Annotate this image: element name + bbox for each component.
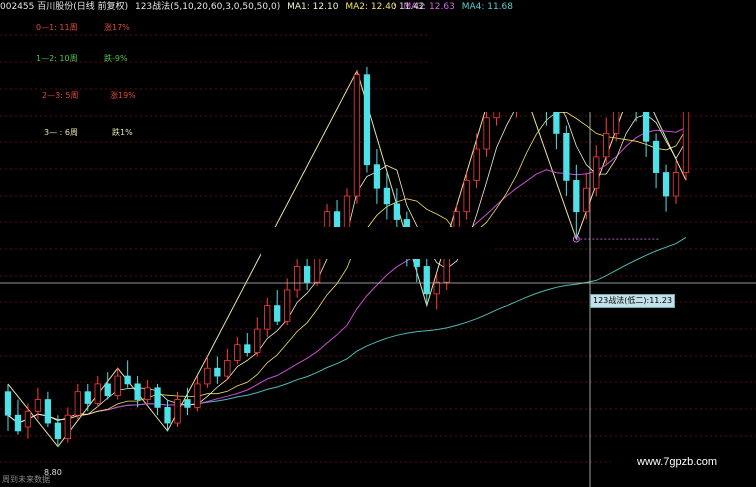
candle-down <box>214 367 221 377</box>
candle-down <box>393 203 400 220</box>
masked-region-middle <box>261 227 494 259</box>
candle-up <box>603 133 610 158</box>
indicator-name: 123战法(5,10,20,60,3,0,50,50,0) <box>134 2 281 12</box>
candle-down <box>274 305 281 322</box>
candle-up <box>144 387 151 400</box>
candle-up <box>254 328 261 353</box>
candle-up <box>234 344 241 361</box>
ma2-line <box>7 111 687 424</box>
candle-up <box>34 399 42 412</box>
candle-up <box>473 148 480 181</box>
legend-stage: 2—3: 5周 <box>42 91 79 100</box>
candle-down <box>164 406 171 424</box>
legend-change: 涨19% <box>110 91 136 100</box>
candle-up <box>593 156 600 189</box>
candle-down <box>134 383 141 400</box>
candle-up <box>174 399 181 424</box>
chart-header: 002455 百川股份(日线 前复权) 123战法(5,10,20,60,3,0… <box>0 0 756 14</box>
chart-root: 002455 百川股份(日线 前复权) 123战法(5,10,20,60,3,0… <box>0 0 756 487</box>
candle-down <box>4 391 12 416</box>
candle-down <box>563 133 570 181</box>
legend-change: 涨17% <box>104 23 130 32</box>
candle-up <box>284 289 291 322</box>
bottom-note: 周到未来数据 <box>2 475 50 484</box>
candle-down <box>84 391 91 404</box>
crosshair-tooltip: 123战法(低二):11.23 <box>590 294 676 308</box>
candle-down <box>104 383 111 397</box>
candle-up <box>114 375 121 397</box>
candle-up <box>24 410 32 428</box>
candle-up <box>94 383 101 404</box>
candle-down <box>154 387 161 408</box>
candle-down <box>14 414 22 432</box>
candle-down <box>553 109 560 134</box>
candle-down <box>244 344 251 353</box>
candle-up <box>64 414 71 440</box>
candle-up <box>74 391 81 416</box>
candle-down <box>652 140 660 173</box>
legend-change: 跌1% <box>112 128 133 137</box>
candle-up <box>463 179 470 213</box>
legend-stage: 3— : 6周 <box>44 128 78 137</box>
ma4-value: MA4: 11.68 <box>461 2 513 12</box>
candle-down <box>363 74 371 166</box>
candle-down <box>662 172 670 197</box>
candle-up <box>583 187 590 213</box>
stock-title: 002455 百川股份(日线 前复权) <box>0 2 129 12</box>
candle-down <box>373 164 381 189</box>
candle-up <box>353 74 361 197</box>
candle-down <box>184 399 191 408</box>
legend-stage: 1—2: 10周 <box>36 54 78 63</box>
candle-down <box>423 266 430 295</box>
indicator-value: : 11.42 <box>393 2 425 12</box>
ma1-value: MA1: 12.10 <box>287 2 339 12</box>
candle-down <box>303 266 311 283</box>
masked-region-top-right <box>427 14 756 112</box>
candle-down <box>642 109 650 142</box>
candle-down <box>383 187 391 205</box>
watermark: www.7gpzb.com <box>637 456 718 468</box>
candle-up <box>294 266 301 291</box>
legend-change: 跌-9% <box>104 54 128 63</box>
candle-up <box>672 172 680 197</box>
candle-up <box>264 305 271 330</box>
legend-stage: 0—1: 11周 <box>36 23 78 32</box>
candle-down <box>44 399 52 424</box>
candle-down <box>573 179 580 213</box>
candle-down <box>124 375 131 385</box>
candle-up <box>433 281 440 295</box>
ma2-value: MA2: 12.40 <box>345 2 397 12</box>
candle-up <box>224 360 231 377</box>
candle-down <box>54 422 61 440</box>
candle-up <box>483 117 490 150</box>
candle-up <box>204 367 211 385</box>
candle-up <box>194 383 201 408</box>
